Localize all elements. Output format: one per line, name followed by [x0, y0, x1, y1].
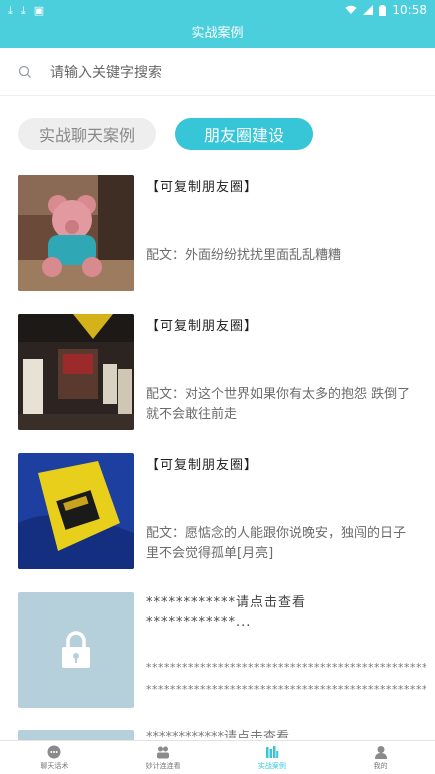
item-caption: 配文：对这个世界如果你有太多的抱怨 跌倒了就不会敢往前走: [146, 387, 411, 422]
notification-icons: ⤓ ⤓ ▣: [8, 5, 44, 16]
item-thumbnail: [18, 314, 134, 430]
list-item[interactable]: 【可复制朋友圈】 配文：对这个世界如果你有太多的抱怨 跌倒了就不会敢往前走: [0, 309, 435, 439]
street-shop-image: [18, 314, 134, 430]
category-tabs: 实战聊天案例 朋友圈建设: [0, 118, 435, 152]
download-icon: ⤓: [20, 3, 26, 17]
battery-icon: [379, 4, 387, 16]
user-icon: [374, 745, 387, 759]
wifi-icon: [345, 5, 357, 14]
item-title: 【可复制朋友圈】: [146, 458, 259, 473]
signal-icon: [363, 5, 374, 15]
tab-chat-cases[interactable]: 实战聊天案例: [18, 118, 156, 150]
list-item[interactable]: 【可复制朋友圈】 配文：愿惦念的人能跟你说晚安，独闯的日子里不会觉得孤单[月亮]: [0, 448, 435, 578]
teddy-bear-image: [18, 175, 134, 291]
item-thumbnail: [18, 453, 134, 569]
item-caption-masked: ****************************************…: [146, 661, 426, 696]
list-item[interactable]: 【可复制朋友圈】 配文：外面纷纷扰扰里面乱乱糟糟: [0, 170, 435, 300]
yellow-book-image: [18, 453, 134, 569]
item-title: 【可复制朋友圈】: [146, 319, 259, 334]
item-title: 【可复制朋友圈】: [146, 180, 259, 195]
partial-thumbnail: [18, 730, 134, 740]
people-icon: [157, 746, 170, 758]
status-bar: ⤓ ⤓ ▣ 10:58: [0, 0, 435, 20]
search-input[interactable]: [50, 63, 390, 80]
page-title: 实战案例: [0, 20, 435, 48]
item-caption: 配文：外面纷纷扰扰里面乱乱糟糟: [146, 248, 342, 263]
item-caption: 配文：愿惦念的人能跟你说晚安，独闯的日子里不会觉得孤单[月亮]: [146, 526, 407, 561]
lock-icon: [62, 631, 90, 668]
chat-icon: [47, 745, 61, 758]
locked-thumbnail: [18, 592, 134, 708]
nav-item-chat-scripts[interactable]: 聊天话术: [0, 741, 109, 774]
item-title: ************请点击查看 ************...: [146, 595, 307, 630]
item-thumbnail: [18, 175, 134, 291]
partial-item-title: ************请点击查看: [146, 730, 290, 738]
locked-list-item[interactable]: ************请点击查看 ************... ******…: [0, 587, 435, 717]
tab-moments-building[interactable]: 朋友圈建设: [175, 118, 313, 150]
nav-item-me[interactable]: 我的: [326, 741, 435, 774]
books-icon: [265, 745, 279, 758]
search-icon: [18, 65, 31, 78]
download-icon: ⤓: [8, 3, 13, 17]
search-bar[interactable]: [0, 48, 435, 96]
nav-item-cases[interactable]: 实战案例: [218, 741, 327, 774]
status-time: 10:58: [392, 3, 427, 17]
app-notification-icon: ▣: [33, 3, 45, 17]
nav-item-tips[interactable]: 妙计连连看: [109, 741, 218, 774]
bottom-navigation: 聊天话术 妙计连连看 实战案例 我的: [0, 740, 435, 774]
